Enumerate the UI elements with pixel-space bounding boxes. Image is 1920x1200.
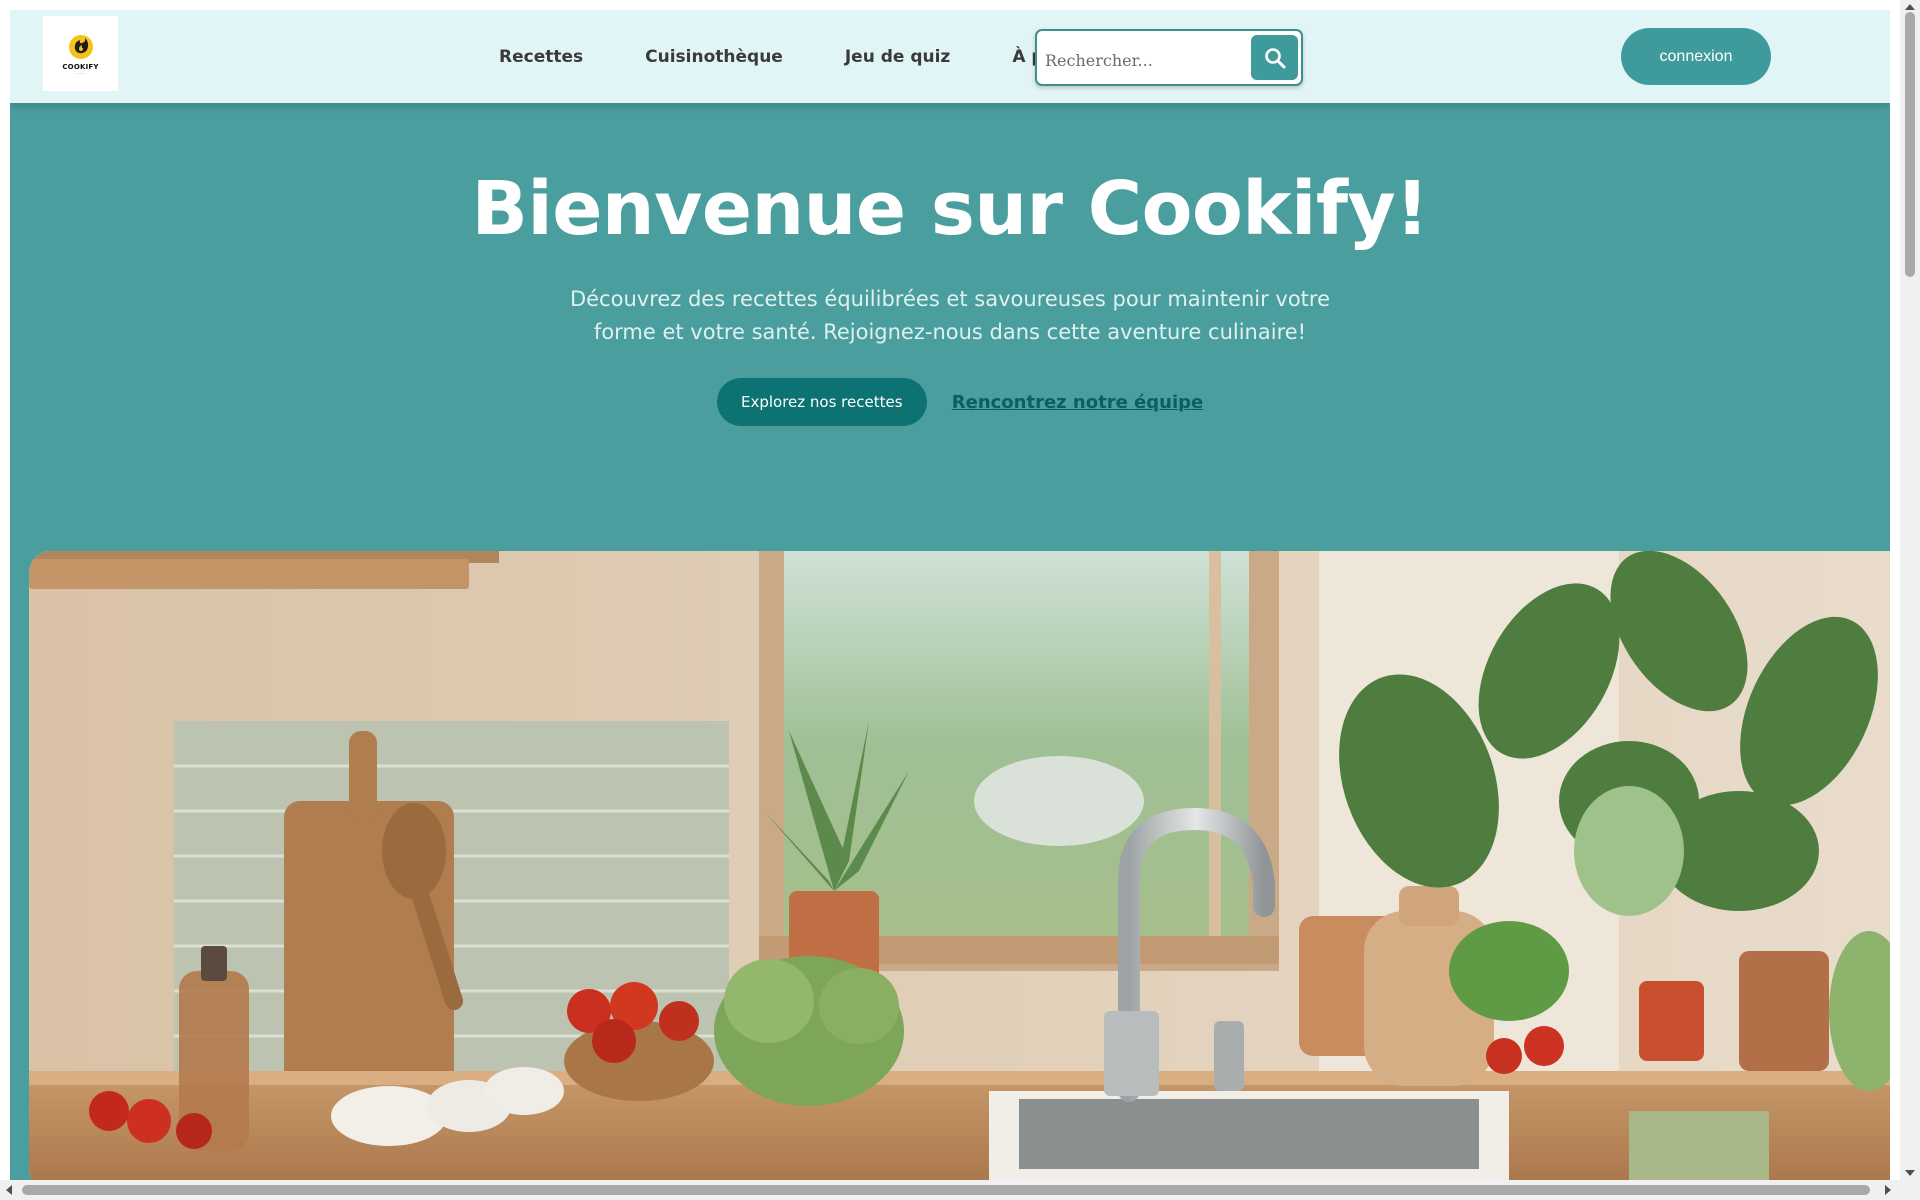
scroll-down-arrow-icon[interactable]	[1905, 1170, 1915, 1176]
scroll-right-arrow-icon[interactable]	[1885, 1185, 1891, 1195]
vertical-scrollbar-thumb[interactable]	[1905, 12, 1915, 277]
kitchen-hero-image	[29, 551, 1890, 1180]
search-box	[1035, 29, 1303, 86]
main-nav: Recettes Cuisinothèque Jeu de quiz À pr	[499, 10, 1052, 103]
navbar: COOKIFY ——— Recettes Cuisinothèque Jeu d…	[10, 10, 1890, 103]
brand-tagline-mark: ———	[76, 71, 85, 75]
nav-link-cuisinotheque[interactable]: Cuisinothèque	[645, 47, 783, 67]
hero-actions: Explorez nos recettes Rencontrez notre é…	[10, 378, 1890, 426]
search-input[interactable]	[1045, 40, 1245, 81]
scroll-left-arrow-icon[interactable]	[6, 1185, 12, 1195]
nav-link-quiz[interactable]: Jeu de quiz	[845, 47, 951, 67]
horizontal-scrollbar[interactable]	[0, 1180, 1900, 1200]
meet-team-link[interactable]: Rencontrez notre équipe	[952, 392, 1203, 413]
scroll-up-arrow-icon[interactable]	[1905, 4, 1915, 10]
brand-name: COOKIFY	[62, 63, 99, 71]
hero-title: Bienvenue sur Cookify!	[471, 166, 1429, 252]
search-icon	[1264, 47, 1285, 68]
explore-recipes-button[interactable]: Explorez nos recettes	[716, 378, 927, 426]
search-button[interactable]	[1251, 35, 1298, 80]
brand-logo[interactable]: COOKIFY ———	[43, 16, 118, 91]
login-button[interactable]: connexion	[1621, 28, 1771, 85]
page: COOKIFY ——— Recettes Cuisinothèque Jeu d…	[10, 10, 1890, 1180]
chef-flame-icon	[68, 35, 93, 59]
vertical-scrollbar[interactable]	[1900, 0, 1920, 1200]
hero-subtitle: Découvrez des recettes équilibrées et sa…	[569, 287, 1331, 344]
horizontal-scrollbar-thumb[interactable]	[22, 1185, 1870, 1195]
nav-link-recettes[interactable]: Recettes	[499, 47, 583, 67]
